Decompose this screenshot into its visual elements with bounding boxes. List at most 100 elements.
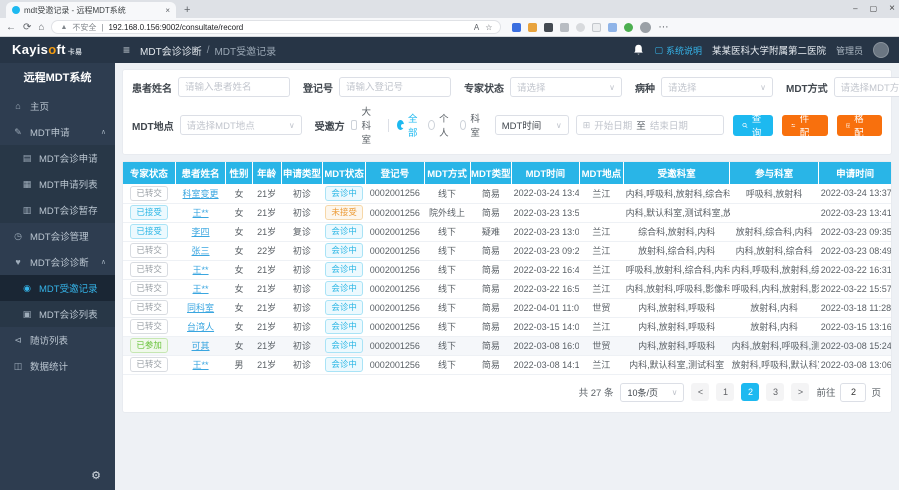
expert-status-badge: 已转交	[130, 186, 168, 202]
favorite-star-icon[interactable]: ☆	[485, 23, 492, 32]
refresh-icon[interactable]: ⟳	[23, 22, 31, 33]
page-button-1[interactable]: 1	[716, 383, 734, 401]
patient-name-link[interactable]: 李四	[192, 227, 210, 237]
search-button[interactable]: 查询	[733, 115, 774, 136]
date-range-to: 至	[636, 118, 646, 132]
sidebar-item-mdt-apply[interactable]: ✎ MDT申请 ∧	[0, 119, 115, 145]
end-date-placeholder: 结束日期	[650, 118, 688, 132]
start-date-placeholder: 开始日期	[594, 118, 632, 132]
patient-name-link[interactable]: 王**	[193, 208, 209, 218]
tab-close-icon[interactable]: ×	[165, 6, 170, 15]
sidebar-item-consult-manage[interactable]: ◷ MDT会诊管理	[0, 223, 115, 249]
collapse-menu-icon[interactable]: ≡	[123, 43, 130, 57]
expert-status-label: 专家状态	[464, 80, 504, 95]
table-row[interactable]: 已接受 李四 女21岁复诊 会诊中 0002001256线下疑难 2022-03…	[123, 222, 891, 241]
sidebar-item-statistics[interactable]: ◫ 数据统计	[0, 353, 115, 379]
patient-name-link[interactable]: 王**	[193, 360, 209, 370]
goto-page-input[interactable]: 2	[840, 383, 866, 402]
patient-name-input[interactable]	[178, 77, 290, 97]
next-page-button[interactable]: >	[791, 383, 809, 401]
settings-gear-icon[interactable]: ⚙	[91, 469, 101, 482]
table-row[interactable]: 已转交 台湾人 女21岁初诊 会诊中 0002001256线下简易 2022-0…	[123, 317, 891, 336]
invitee-radio-dept-label[interactable]: 科室	[470, 111, 481, 139]
window-maximize-button[interactable]: ▢	[870, 4, 878, 13]
page-button-3[interactable]: 3	[766, 383, 784, 401]
sidebar-item-consult-apply[interactable]: ▤ MDT会诊申请	[0, 145, 115, 171]
extension-icon[interactable]	[560, 23, 569, 32]
tab-title: mdt受邀记录 - 远程MDT系统	[24, 5, 126, 16]
expert-status-badge: 已转交	[130, 243, 168, 259]
time-field-select[interactable]: MDT时间 ∨	[495, 115, 569, 135]
date-range-picker[interactable]: ⊞ 开始日期 至 结束日期	[576, 115, 724, 135]
extension-icon[interactable]	[576, 23, 585, 32]
sidebar-item-home[interactable]: ⌂ 主页	[0, 93, 115, 119]
disease-select[interactable]: 请选择 ∨	[661, 77, 773, 97]
table-row[interactable]: 已转交 王** 男21岁初诊 会诊中 0002001256线下简易 2022-0…	[123, 355, 891, 374]
table-row[interactable]: 已转交 王** 女21岁初诊 会诊中 0002001256线下简易 2022-0…	[123, 279, 891, 298]
invitee-radio-personal-label[interactable]: 个人	[439, 111, 450, 139]
invitee-radio-all-label[interactable]: 全部	[408, 111, 419, 139]
sidebar-item-followup-list[interactable]: ⊲ 随访列表	[0, 327, 115, 353]
chevron-down-icon: ∨	[552, 121, 562, 130]
window-close-button[interactable]: ×	[889, 3, 895, 14]
mdt-status-badge: 会诊中	[325, 357, 363, 373]
big-dept-checkbox-label[interactable]: 大科室	[361, 104, 378, 146]
register-no-input[interactable]	[339, 77, 451, 97]
sidebar-item-consult-list[interactable]: ▣ MDT会诊列表	[0, 301, 115, 327]
patient-name-link[interactable]: 张三	[192, 246, 210, 256]
sidebar-item-apply-list[interactable]: ▦ MDT申请列表	[0, 171, 115, 197]
sidebar: 远程MDT系统 ⌂ 主页 ✎ MDT申请 ∧ ▤ MDT会诊申请 ▦ MDT申请…	[0, 63, 115, 490]
new-tab-button[interactable]: +	[184, 4, 190, 18]
page-button-2[interactable]: 2	[741, 383, 759, 401]
patient-name-link[interactable]: 王**	[193, 265, 209, 275]
read-aloud-icon[interactable]: A	[474, 23, 479, 32]
breadcrumb-section[interactable]: MDT会诊诊断	[140, 43, 202, 58]
chevron-down-icon: ∨	[605, 83, 615, 92]
mdt-mode-select[interactable]: 请选择MDT方式 ∨	[834, 77, 899, 97]
split-screen-icon[interactable]	[592, 23, 601, 32]
table-config-button[interactable]: 表格配置	[837, 115, 882, 136]
invitee-radio-dept[interactable]	[460, 120, 467, 130]
invitee-radio-personal[interactable]	[428, 120, 435, 130]
patient-name-link[interactable]: 台湾人	[187, 322, 214, 332]
extension-icon[interactable]	[512, 23, 521, 32]
browser-tab[interactable]: mdt受邀记录 - 远程MDT系统 ×	[6, 2, 176, 18]
table-row[interactable]: 已参加 可其 女21岁初诊 会诊中 0002001256线下简易 2022-03…	[123, 336, 891, 355]
page-size-select[interactable]: 10条/页 ∨	[620, 383, 684, 402]
mdt-status-badge: 会诊中	[325, 300, 363, 316]
mdt-location-select[interactable]: 请选择MDT地点 ∨	[180, 115, 302, 135]
table-row[interactable]: 已接受 王** 女21岁初诊 未接受 0002001256院外线上简易 2022…	[123, 203, 891, 222]
address-bar[interactable]: ▲ 不安全 | 192.168.0.156:9002/consultate/re…	[51, 20, 501, 34]
user-avatar[interactable]	[873, 42, 889, 58]
table-row[interactable]: 已转交 张三 女22岁初诊 会诊中 0002001256线下简易 2022-03…	[123, 241, 891, 260]
prev-page-button[interactable]: <	[691, 383, 709, 401]
window-minimize-button[interactable]: –	[853, 4, 857, 13]
sidebar-item-consult-diagnose[interactable]: ♥ MDT会诊诊断 ∧	[0, 249, 115, 275]
browser-profile-avatar[interactable]	[640, 22, 651, 33]
table-row[interactable]: 已转交 王** 女21岁初诊 会诊中 0002001256线下简易 2022-0…	[123, 260, 891, 279]
table-row[interactable]: 已转交 科室变更 女21岁初诊 会诊中 0002001256线下简易 2022-…	[123, 184, 891, 203]
notification-bell-icon[interactable]	[633, 44, 644, 56]
chevron-down-icon: ∨	[668, 388, 678, 397]
condition-config-button[interactable]: 条件配置	[782, 115, 827, 136]
big-dept-checkbox[interactable]	[351, 120, 358, 130]
invitee-radio-all[interactable]	[397, 120, 404, 130]
sidebar-item-invited-records[interactable]: ◉ MDT受邀记录	[0, 275, 115, 301]
table-row[interactable]: 已转交 同科室 女21岁初诊 会诊中 0002001256线下简易 2022-0…	[123, 298, 891, 317]
extension-badge-icon[interactable]	[624, 23, 633, 32]
back-icon[interactable]: ←	[6, 22, 16, 33]
extension-icon[interactable]	[544, 23, 553, 32]
patient-name-link[interactable]: 科室变更	[183, 189, 219, 199]
collections-icon[interactable]	[608, 23, 617, 32]
browser-menu-icon[interactable]: ⋯	[658, 22, 668, 33]
home-icon[interactable]: ⌂	[38, 22, 44, 33]
patient-name-link[interactable]: 同科室	[187, 303, 214, 313]
sidebar-item-consult-draft[interactable]: ▥ MDT会诊暂存	[0, 197, 115, 223]
expert-status-select[interactable]: 请选择 ∨	[510, 77, 622, 97]
share-icon: ⊲	[13, 335, 23, 346]
col-expert-status: 专家状态	[123, 162, 175, 184]
patient-name-link[interactable]: 可其	[192, 341, 210, 351]
patient-name-link[interactable]: 王**	[193, 284, 209, 294]
extension-icon[interactable]	[528, 23, 537, 32]
system-note-link[interactable]: ▢ 系统说明	[654, 44, 702, 57]
